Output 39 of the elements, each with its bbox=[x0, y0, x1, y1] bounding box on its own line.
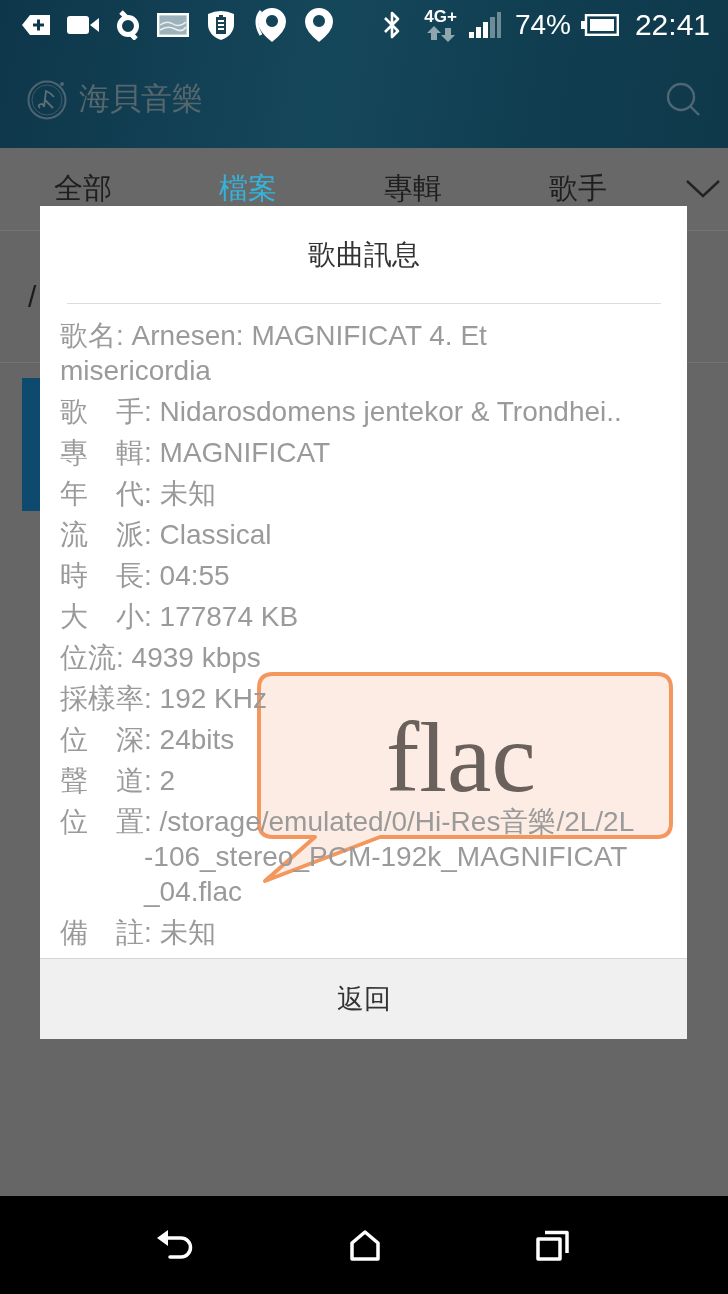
ring-icon bbox=[116, 10, 140, 40]
map-pin-icon bbox=[253, 7, 287, 43]
home-icon[interactable] bbox=[348, 1229, 381, 1261]
info-text: 時 長: 04:55 bbox=[60, 559, 230, 593]
network-type-label: 4G+ bbox=[424, 8, 457, 26]
info-label: 位 置 bbox=[60, 805, 144, 839]
info-text: 專 輯: MAGNIFICAT bbox=[60, 436, 331, 470]
info-text: 位 深: 24bits bbox=[60, 723, 235, 757]
back-button[interactable]: 返回 bbox=[40, 958, 687, 1039]
format-label: flac bbox=[386, 718, 536, 798]
info-text: 歌 手: Nidarosdomens jentekor & Trondhei.. bbox=[60, 395, 622, 429]
shield-icon bbox=[206, 9, 236, 41]
info-text: 備 註: 未知 bbox=[60, 916, 216, 950]
info-text: 大 小: 177874 KB bbox=[60, 600, 299, 634]
info-text: 聲 道: 2 bbox=[60, 764, 176, 798]
tab[interactable]: 專輯 bbox=[330, 148, 495, 230]
info-text: 流 派: Classical bbox=[60, 518, 272, 552]
app-title: 海貝音樂 bbox=[79, 80, 203, 118]
info-text: 位流: 4939 kbps bbox=[60, 641, 261, 675]
data-arrows-icon bbox=[426, 26, 455, 42]
battery-percent: 74% bbox=[514, 9, 571, 41]
info-text: 年 代: 未知 bbox=[60, 477, 216, 511]
map-pin-icon bbox=[304, 7, 334, 43]
dialog-title: 歌曲訊息 bbox=[307, 237, 420, 272]
video-camera-icon bbox=[67, 15, 99, 35]
battery-icon bbox=[580, 14, 619, 36]
clock-time: 22:41 bbox=[634, 8, 710, 42]
picture-icon bbox=[157, 13, 189, 37]
tab[interactable]: 歌手 bbox=[495, 148, 660, 230]
recent-apps-icon[interactable] bbox=[536, 1229, 570, 1261]
path-text: / bbox=[28, 279, 37, 314]
back-icon[interactable] bbox=[157, 1230, 193, 1260]
tab[interactable]: 檔案 bbox=[165, 148, 330, 230]
info-text: 歌名: Arnesen: MAGNIFICAT 4. Et misericordia bbox=[60, 319, 488, 388]
tag-plus-icon bbox=[22, 14, 50, 36]
tab[interactable]: 全部 bbox=[0, 148, 165, 230]
signal-icon bbox=[468, 12, 501, 38]
chevron-down-icon[interactable] bbox=[685, 179, 721, 199]
logo-icon bbox=[27, 78, 69, 120]
